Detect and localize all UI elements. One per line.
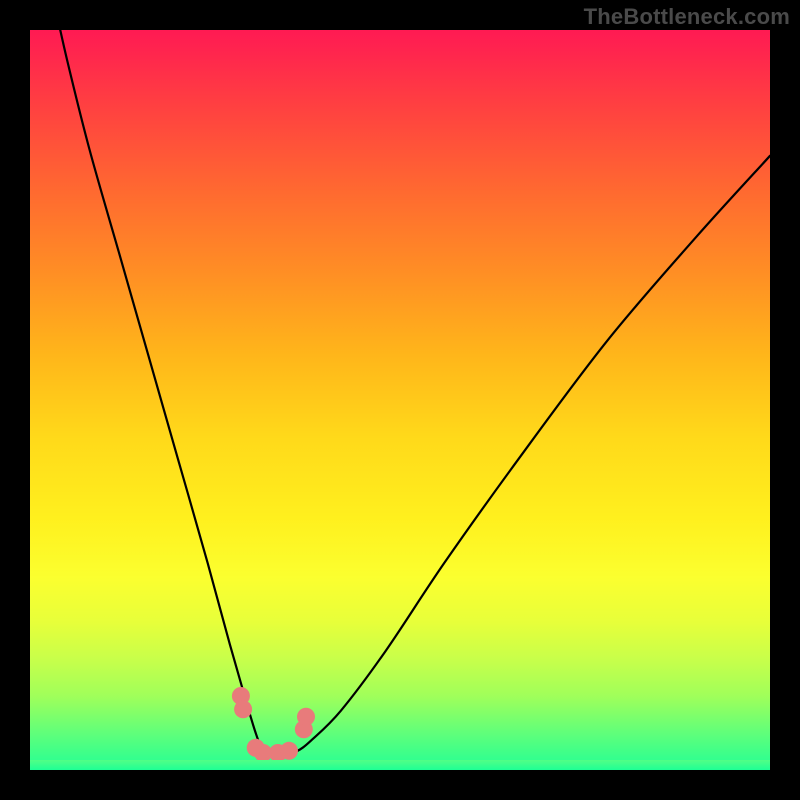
marker-group bbox=[232, 687, 315, 762]
data-marker bbox=[234, 700, 252, 718]
chart-frame: TheBottleneck.com bbox=[0, 0, 800, 800]
watermark-text: TheBottleneck.com bbox=[584, 4, 790, 30]
bottleneck-curve bbox=[52, 30, 770, 756]
curve-group bbox=[52, 30, 770, 756]
data-marker bbox=[280, 742, 298, 760]
chart-svg bbox=[30, 30, 770, 770]
plot-area bbox=[30, 30, 770, 770]
data-marker bbox=[297, 708, 315, 726]
green-baseline-bar bbox=[30, 760, 770, 770]
